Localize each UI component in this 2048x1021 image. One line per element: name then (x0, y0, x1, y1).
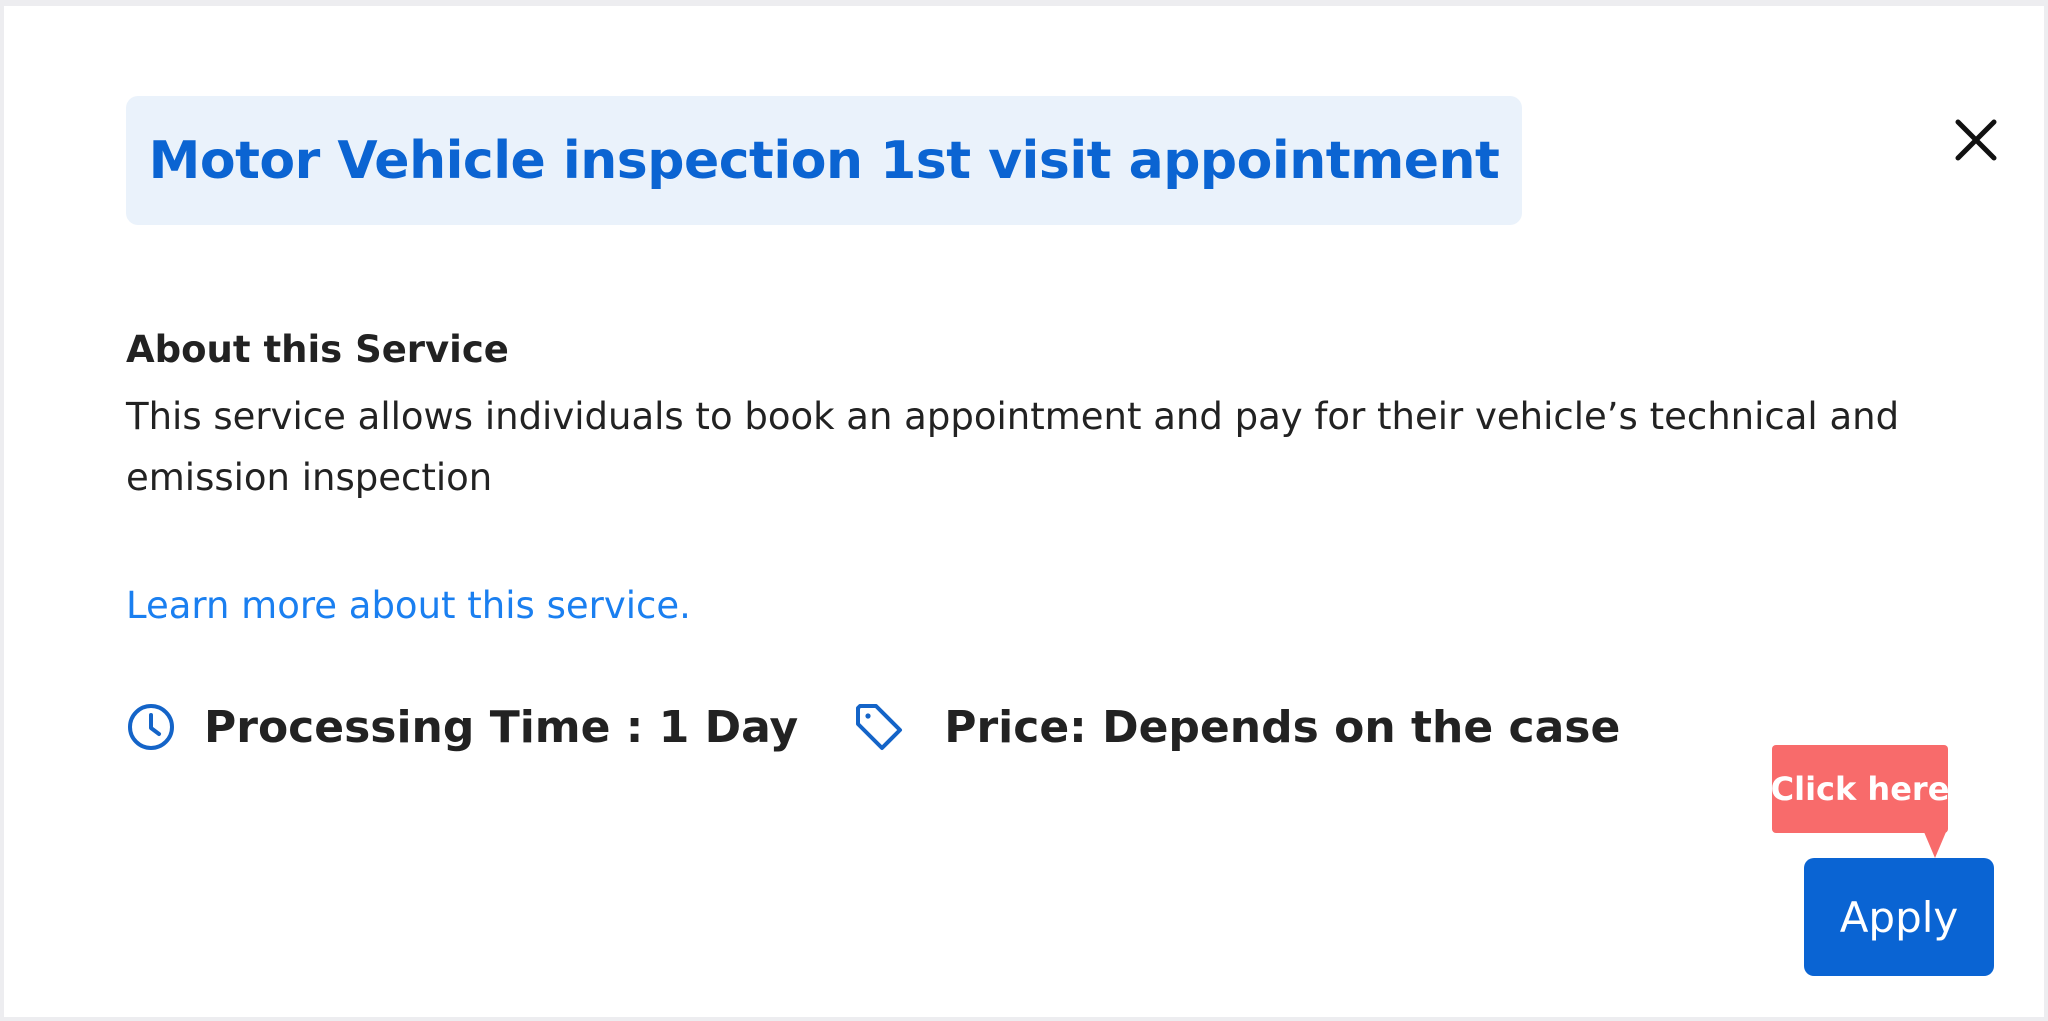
title-banner: Motor Vehicle inspection 1st visit appoi… (126, 96, 1522, 225)
click-here-tooltip: Click here (1770, 745, 1950, 833)
apply-button[interactable]: Apply (1804, 858, 1994, 976)
apply-button-label: Apply (1839, 892, 1959, 942)
about-heading: About this Service (126, 328, 509, 371)
tag-icon (854, 702, 904, 752)
close-icon (1955, 119, 1997, 161)
about-description: This service allows individuals to book … (126, 395, 1900, 499)
price: Price: Depends on the case (944, 701, 1621, 753)
processing-time: Processing Time : 1 Day (204, 701, 799, 753)
clock-icon (126, 702, 176, 752)
tooltip-text: Click here (1770, 770, 1950, 808)
service-modal: Motor Vehicle inspection 1st visit appoi… (4, 6, 2044, 1017)
service-meta: Processing Time : 1 Day Price: Depends o… (126, 694, 1620, 760)
modal-title: Motor Vehicle inspection 1st visit appoi… (148, 130, 1500, 191)
close-button[interactable] (1948, 112, 2004, 168)
learn-more-link[interactable]: Learn more about this service. (126, 584, 691, 627)
tooltip-arrow (1924, 832, 1946, 858)
